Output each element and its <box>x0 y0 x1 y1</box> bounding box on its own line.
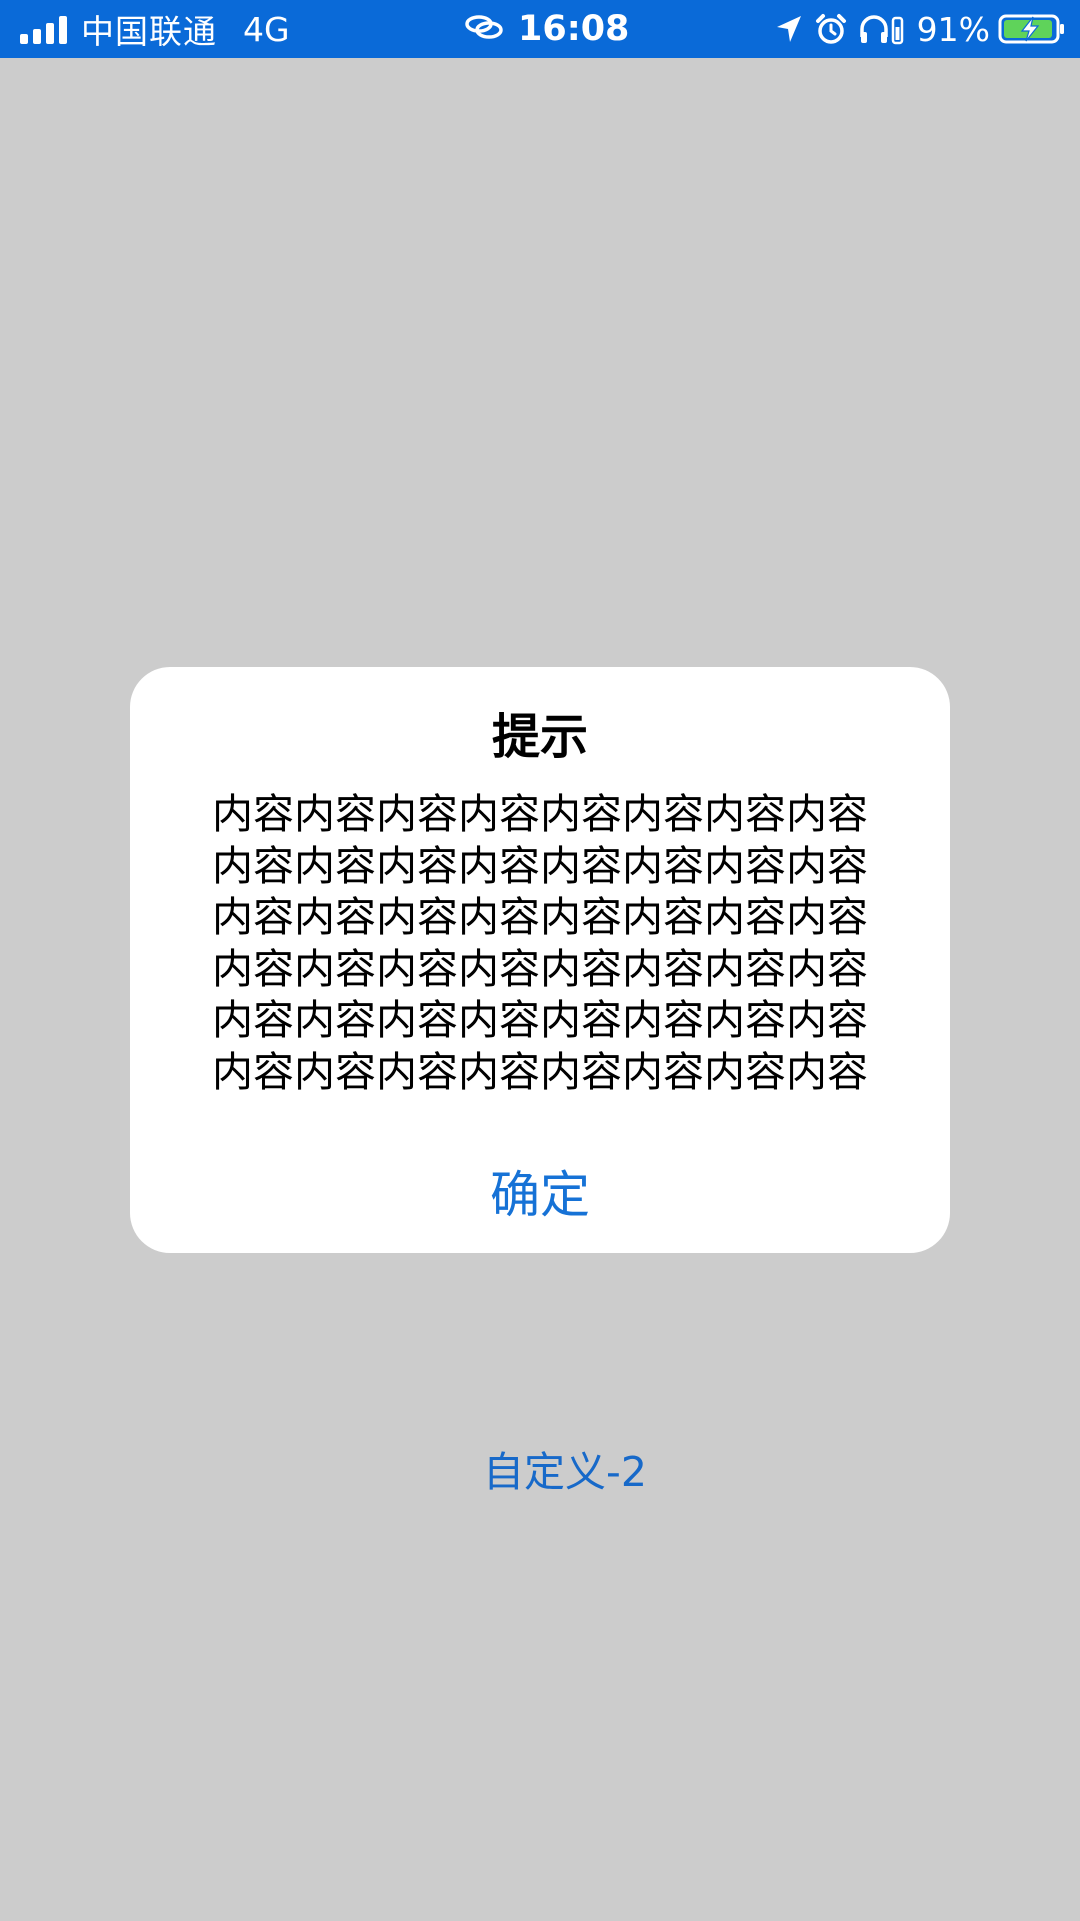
location-icon <box>775 14 803 44</box>
clock-time: 16:08 <box>518 9 630 49</box>
status-bar-right: 91% <box>763 0 1066 58</box>
dialog-message-line: 内容内容内容内容内容内容内容内容 <box>212 944 868 993</box>
dialog-message: 内容内容内容内容内容内容内容内容 内容内容内容内容内容内容内容内容 内容内容内容… <box>185 789 895 1098</box>
custom-2-link[interactable]: 自定义-2 <box>0 1438 1080 1498</box>
alert-dialog: 提示 内容内容内容内容内容内容内容内容 内容内容内容内容内容内容内容内容 内容内… <box>130 667 950 1253</box>
status-bar-center: 16:08 <box>464 0 629 58</box>
screen: 中国联通 4G 16:08 91% 提示 内容内容内容内容内容内容内容内容 内容… <box>0 0 1080 1921</box>
dialog-message-line: 内容内容内容内容内容内容内容内容 <box>212 790 868 838</box>
battery-percent: 91% <box>916 9 990 49</box>
signal-icon <box>20 14 67 44</box>
confirm-button[interactable]: 确定 <box>130 1155 950 1227</box>
battery-charging-icon <box>998 13 1066 45</box>
link-icon <box>464 13 504 45</box>
network-type: 4G <box>243 9 290 49</box>
alarm-icon <box>815 13 847 45</box>
headphones-icon <box>859 13 905 45</box>
status-bar: 中国联通 4G 16:08 91% <box>0 0 1080 58</box>
dialog-message-line: 内容内容内容内容内容内容内容内容 <box>212 841 868 890</box>
carrier-name: 中国联通 <box>81 12 217 51</box>
dialog-message-line: 内容内容内容内容内容内容内容内容 <box>212 996 868 1044</box>
dialog-message-line: 内容内容内容内容内容内容内容内容 <box>212 1047 868 1096</box>
dialog-title: 提示 <box>491 709 588 765</box>
status-bar-left: 中国联通 4G <box>20 0 290 58</box>
dialog-message-line: 内容内容内容内容内容内容内容内容 <box>212 893 868 941</box>
